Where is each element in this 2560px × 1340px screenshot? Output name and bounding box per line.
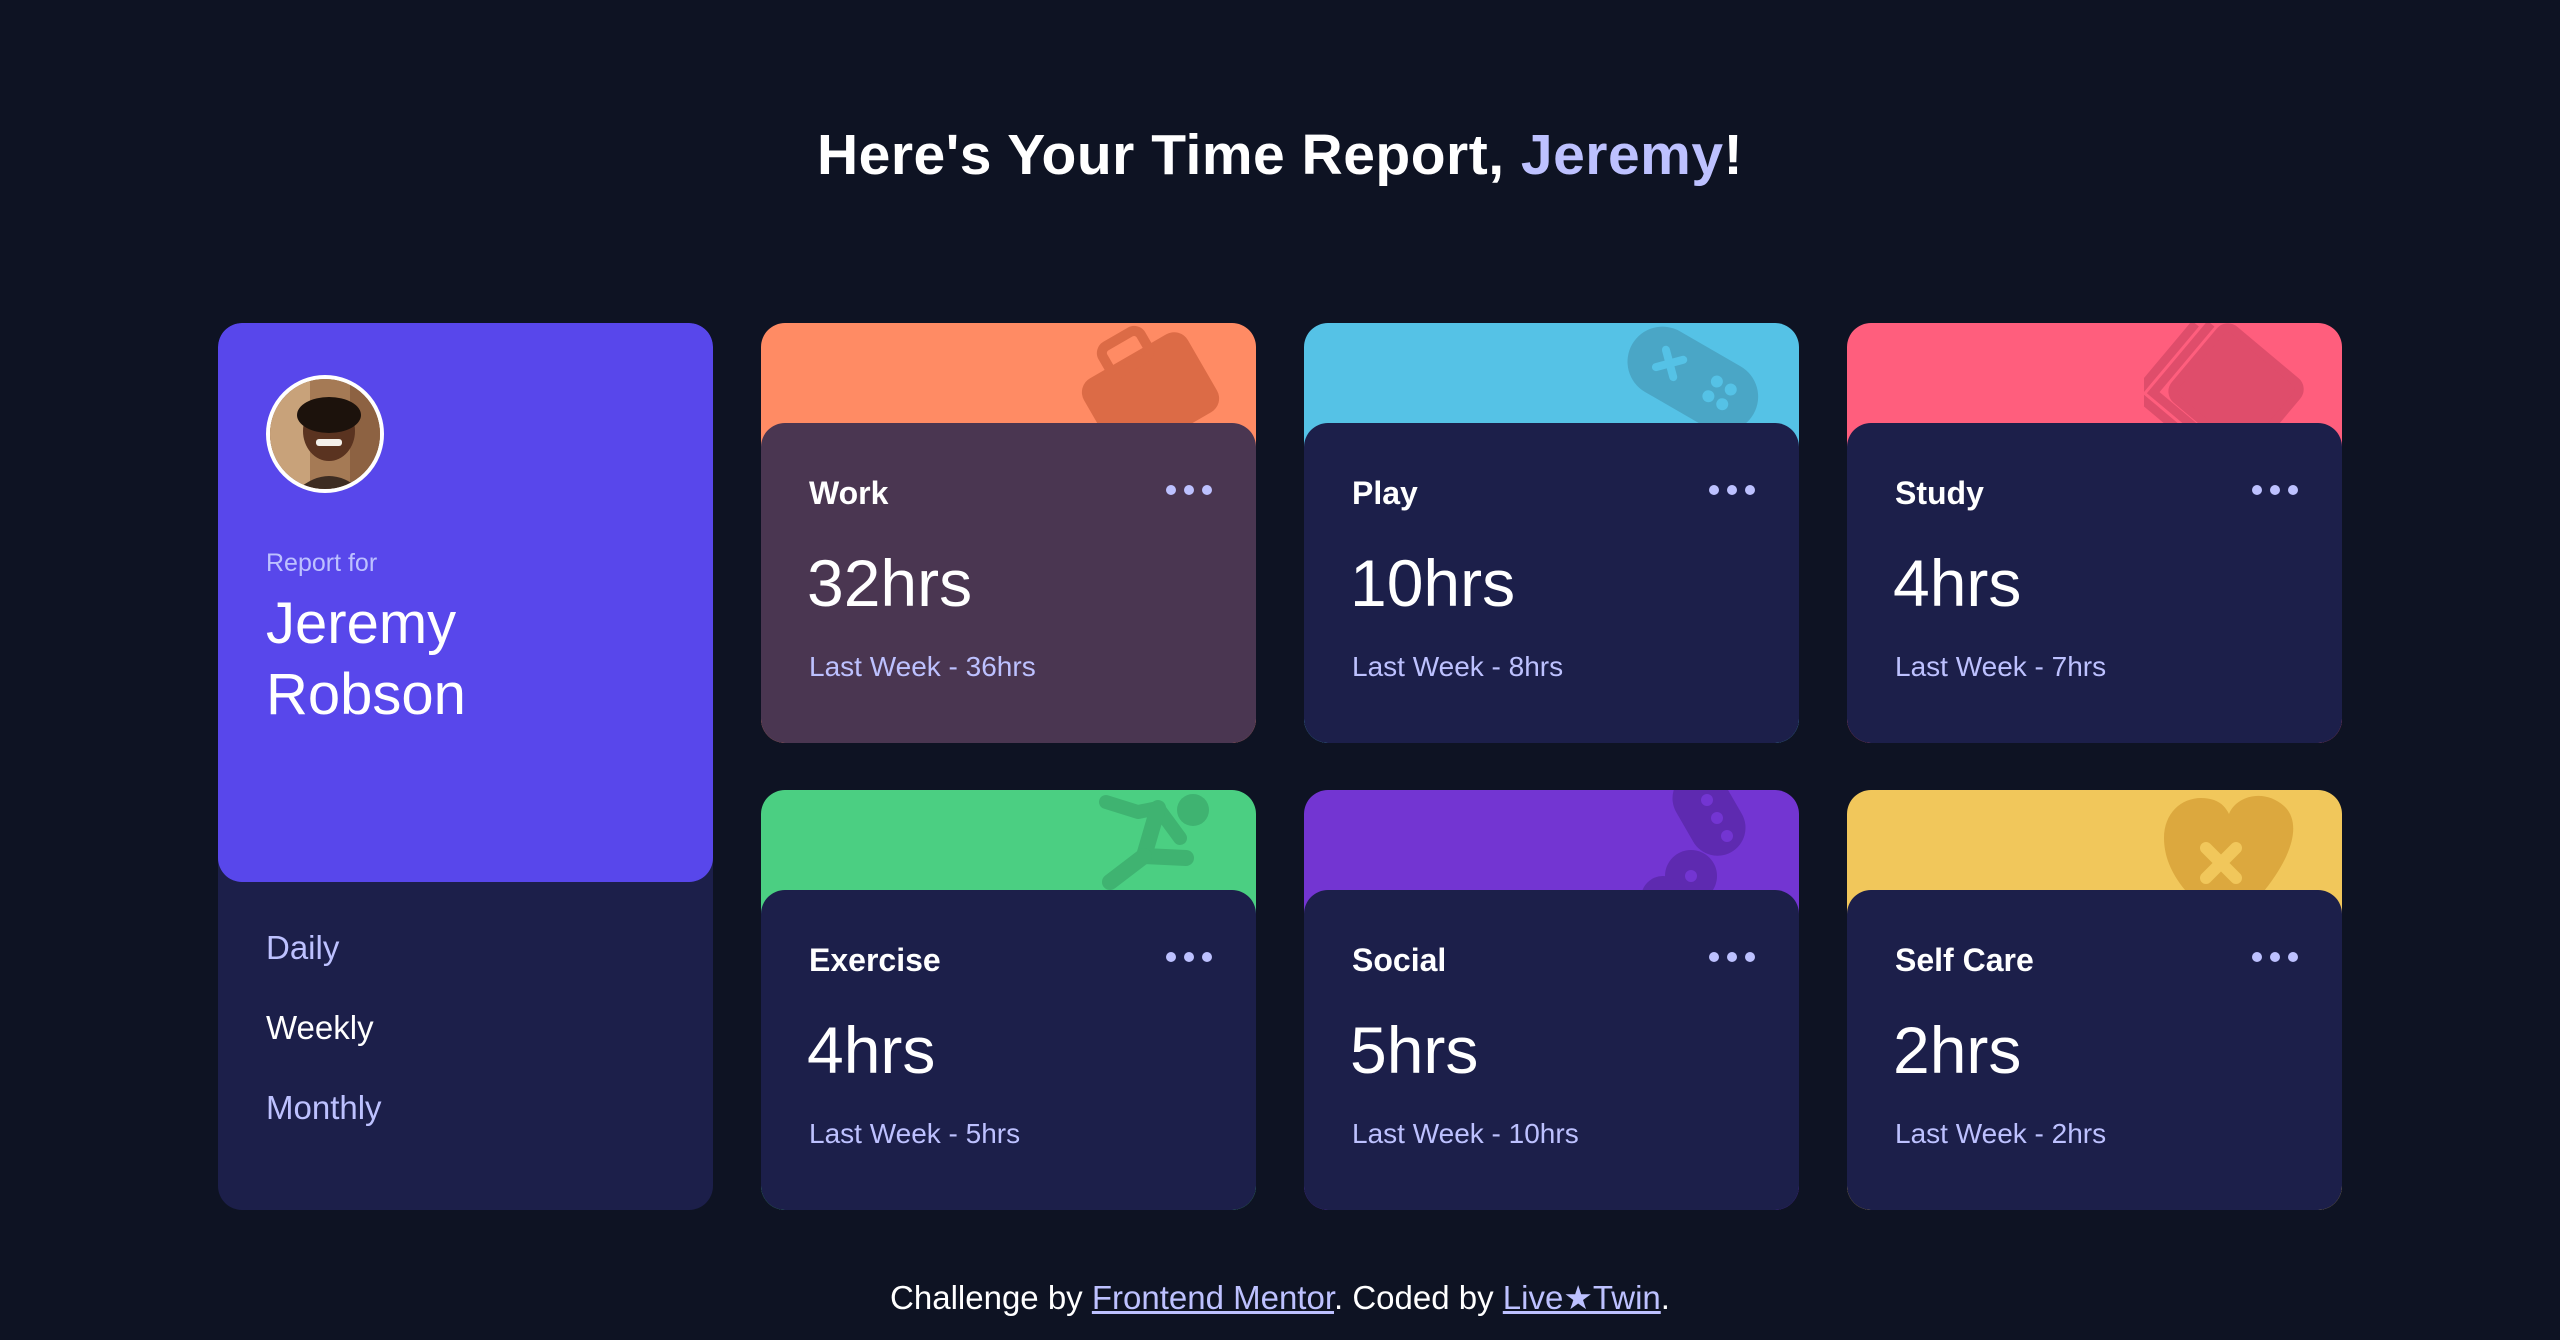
frontend-mentor-link[interactable]: Frontend Mentor [1092,1279,1334,1316]
card-study-hours: 4hrs [1893,546,2022,620]
card-play: Play 10hrs Last Week - 8hrs [1304,323,1799,743]
card-self-care-title: Self Care [1895,942,2034,978]
profile-name: Jeremy Robson [266,591,466,727]
card-self-care-options-icon[interactable] [2252,950,2298,964]
card-work: Work 32hrs Last Week - 36hrs [761,323,1256,743]
card-exercise-options-icon[interactable] [1166,950,1212,964]
report-for-label: Report for [266,549,378,577]
period-selector: Daily Weekly Monthly [266,928,382,1168]
period-monthly[interactable]: Monthly [266,1088,382,1128]
card-social-title: Social [1352,942,1447,978]
card-study-body[interactable]: Study 4hrs Last Week - 7hrs [1847,423,2342,743]
card-play-options-icon[interactable] [1709,483,1755,497]
card-work-options-icon[interactable] [1166,483,1212,497]
card-social: Social 5hrs Last Week - 10hrs [1304,790,1799,1210]
card-social-options-icon[interactable] [1709,950,1755,964]
profile-card: Report for Jeremy Robson Daily Weekly Mo… [218,323,713,1210]
time-tracking-dashboard: Here's Your Time Report, Jeremy! Report … [0,0,2560,1340]
card-exercise: Exercise 4hrs Last Week - 5hrs [761,790,1256,1210]
card-exercise-title: Exercise [809,942,941,978]
period-daily[interactable]: Daily [266,928,382,968]
card-work-body[interactable]: Work 32hrs Last Week - 36hrs [761,423,1256,743]
card-exercise-hours: 4hrs [807,1013,936,1087]
page-title-name: Jeremy [1520,123,1724,187]
card-play-body[interactable]: Play 10hrs Last Week - 8hrs [1304,423,1799,743]
card-work-hours: 32hrs [807,546,973,620]
card-study-title: Study [1895,475,1984,511]
card-self-care: Self Care 2hrs Last Week - 2hrs [1847,790,2342,1210]
card-self-care-hours: 2hrs [1893,1013,2022,1087]
card-study: Study 4hrs Last Week - 7hrs [1847,323,2342,743]
card-exercise-body[interactable]: Exercise 4hrs Last Week - 5hrs [761,890,1256,1210]
footer-middle: . Coded by [1334,1279,1503,1316]
card-play-hours: 10hrs [1350,546,1516,620]
footer-prefix: Challenge by [890,1279,1092,1316]
card-social-hours: 5hrs [1350,1013,1479,1087]
attribution-footer: Challenge by Frontend Mentor. Coded by L… [0,1278,2560,1317]
card-self-care-body[interactable]: Self Care 2hrs Last Week - 2hrs [1847,890,2342,1210]
card-exercise-previous: Last Week - 5hrs [809,1118,1021,1149]
card-social-body[interactable]: Social 5hrs Last Week - 10hrs [1304,890,1799,1210]
period-weekly[interactable]: Weekly [266,1008,382,1048]
page-title: Here's Your Time Report, Jeremy! [816,123,1744,187]
card-play-title: Play [1352,475,1418,511]
profile-header: Report for Jeremy Robson [218,323,713,882]
card-social-previous: Last Week - 10hrs [1352,1118,1579,1149]
card-play-previous: Last Week - 8hrs [1352,651,1564,682]
card-study-options-icon[interactable] [2252,483,2298,497]
card-work-previous: Last Week - 36hrs [809,651,1036,682]
card-self-care-previous: Last Week - 2hrs [1895,1118,2107,1149]
card-study-previous: Last Week - 7hrs [1895,651,2107,682]
card-work-title: Work [809,475,889,511]
avatar [266,375,384,493]
footer-suffix: . [1660,1279,1670,1316]
author-link[interactable]: Live★Twin [1503,1279,1661,1316]
